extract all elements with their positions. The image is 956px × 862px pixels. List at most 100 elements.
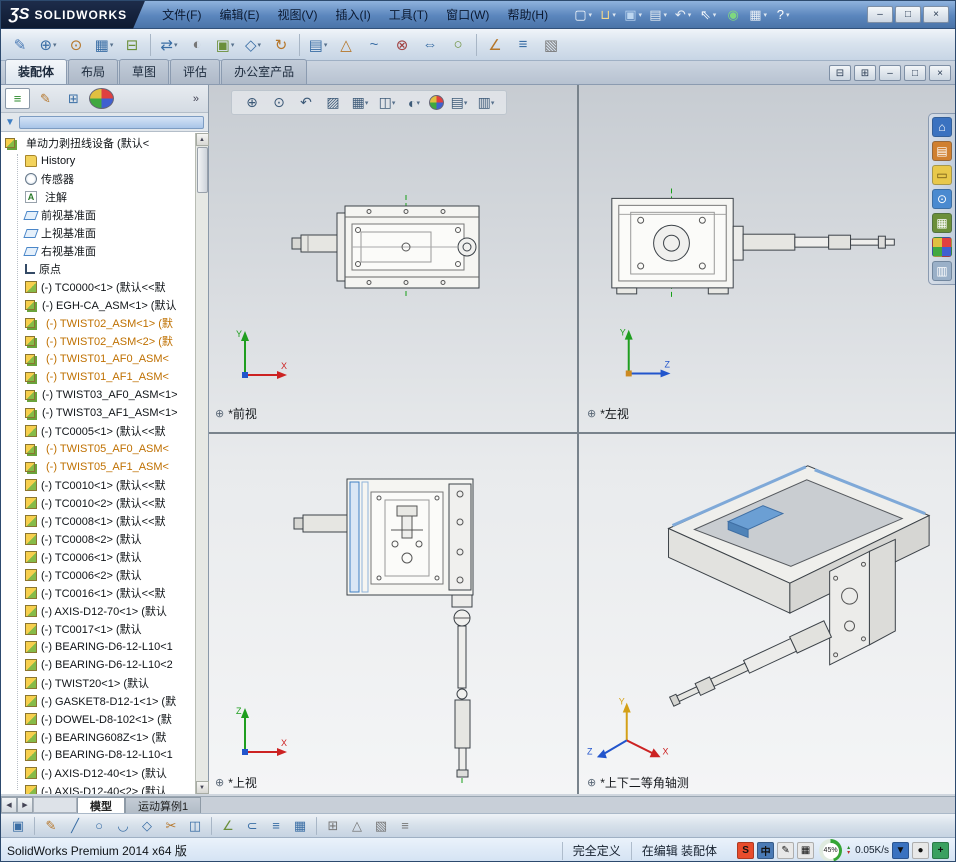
hole-alignment-icon[interactable]: ○ [445,32,471,58]
tree-item[interactable]: (-) BEARING-D6-12-L10<2 [1,656,208,674]
network-usage-badge[interactable]: 45% [819,839,843,861]
tree-item[interactable]: (-) TWIST20<1> (默认 [1,674,208,692]
tree-item[interactable]: (-) TC0006<2> (默认 [1,566,208,584]
exploded-view-icon[interactable]: △ [333,32,359,58]
tree-item[interactable]: (-) DOWEL-D8-102<1> (默 [1,710,208,728]
polygon-icon[interactable]: ◇ [136,816,158,836]
viewport-splitter-vertical[interactable] [577,85,579,794]
tree-item[interactable]: (-) TC0010<2> (默认<<默 [1,494,208,512]
tree-item[interactable]: (-) TC0008<1> (默认<<默 [1,512,208,530]
sketch-tool-icon[interactable] [316,816,317,835]
doc-cascade-button[interactable]: ⊟ [829,65,851,81]
tree-item[interactable]: (-) TWIST03_AF1_ASM<1> [1,404,208,422]
tree-item[interactable]: History [1,152,208,170]
view-palette-icon[interactable]: ▦ [932,213,952,233]
trim-entities-icon[interactable]: ✂ [160,816,182,836]
sketch-tool-icon[interactable] [211,816,212,835]
viewport-top[interactable]: Z X *上视 [209,434,577,794]
displaymanager-tab[interactable] [89,88,114,109]
print-icon[interactable]: ▤ [646,4,670,26]
doc-restore-button[interactable]: □ [904,65,926,81]
move-component-icon[interactable]: ⇄ [156,32,182,58]
scroll-right-button[interactable] [17,797,33,813]
tree-item[interactable]: (-) TC0017<1> (默认 [1,620,208,638]
ime-sogou-icon[interactable]: S [737,842,755,859]
view-orientation-icon[interactable]: ▦ [348,92,372,113]
tree-item[interactable]: (-) BEARING-D8-12-L10<1 [1,746,208,764]
tree-item[interactable]: (-) TC0006<1> (默认 [1,548,208,566]
tray-plus-icon[interactable]: + [932,842,949,859]
zoom-area-icon[interactable]: ⊙ [267,92,291,113]
tree-item[interactable]: (-) BEARING608Z<1> (默 [1,728,208,746]
close-button[interactable]: × [923,6,949,23]
toolbar-icon[interactable] [476,33,477,56]
toolbar-icon[interactable] [299,33,300,56]
command-tab[interactable]: 办公室产品 [221,59,308,84]
grid-snap-icon[interactable]: ⊞ [322,816,344,836]
scroll-left-button[interactable] [1,797,17,813]
tree-item[interactable]: 前视基准面 [1,206,208,224]
tree-item[interactable]: (-) TWIST01_AF1_ASM< [1,368,208,386]
command-tab[interactable]: 草图 [119,59,170,84]
custom-properties-icon[interactable]: ▥ [932,261,952,281]
file-explorer-icon[interactable]: ▭ [932,165,952,185]
show-hidden-components-icon[interactable]: ◐ [184,32,210,58]
rebuild-icon[interactable]: ◉ [721,4,745,26]
model-tab[interactable]: 运动算例1 [125,797,202,813]
tree-item[interactable]: (-) TC0010<1> (默认<<默 [1,476,208,494]
undo-icon[interactable]: ↶ [671,4,695,26]
minimize-button[interactable]: – [867,6,893,23]
tree-item[interactable]: (-) TC0008<2> (默认 [1,530,208,548]
tree-item[interactable]: (-) TWIST02_ASM<1> (默 [1,314,208,332]
menu-item[interactable]: 编辑(E) [210,1,268,28]
tray-user-icon[interactable]: ● [912,842,929,859]
reference-geometry-icon[interactable]: ◇ [240,32,266,58]
sketch-icon[interactable]: ✎ [40,816,62,836]
bill-of-materials-icon[interactable]: ▤ [305,32,331,58]
filter-input[interactable] [18,115,204,129]
options-icon[interactable]: ▦ [746,4,770,26]
tree-item[interactable]: 上视基准面 [1,224,208,242]
tree-item[interactable]: (-) EGH-CA_ASM<1> (默认 [1,296,208,314]
sketch-tool-icon[interactable] [34,816,35,835]
tree-item[interactable]: (-) AXIS-D12-70<1> (默认 [1,602,208,620]
appearances-icon[interactable] [932,237,952,257]
tree-item[interactable]: (-) TWIST05_AF0_ASM< [1,440,208,458]
view-cube-icon[interactable]: ▧ [370,816,392,836]
save-icon[interactable]: ▣ [7,816,29,836]
tree-item[interactable]: 传感器 [1,170,208,188]
configurationmanager-tab[interactable]: ⊞ [61,88,86,109]
toolbar-icon[interactable] [150,33,151,56]
smart-fasteners-icon[interactable]: ⊟ [119,32,145,58]
mirror-entities-icon[interactable]: ◫ [184,816,206,836]
motion-study-icon[interactable]: ↻ [268,32,294,58]
previous-view-icon[interactable]: ↶ [294,92,318,113]
section-display-icon[interactable]: △ [346,816,368,836]
viewport-isometric[interactable]: Y X Z *上下二等角轴测 [579,434,955,794]
save-icon[interactable]: ▣ [621,4,645,26]
featuremanager-tab[interactable]: ≡ [5,88,30,109]
tree-item[interactable]: (-) TWIST02_ASM<2> (默 [1,332,208,350]
menu-item[interactable]: 帮助(H) [498,1,557,28]
solidworks-resources-icon[interactable]: ⌂ [932,117,952,137]
tree-item[interactable]: (-) TWIST03_AF0_ASM<1> [1,386,208,404]
filter-funnel-icon[interactable]: ▼ [5,117,15,128]
select-icon[interactable]: ⇖ [696,4,720,26]
viewport-splitter-horizontal[interactable] [209,432,955,434]
tree-item[interactable]: 右视基准面 [1,242,208,260]
propertymanager-tab[interactable]: ✎ [33,88,58,109]
tree-item[interactable]: (-) AXIS-D12-40<2> (默认 [1,782,208,794]
menu-item[interactable]: 文件(F) [153,1,210,28]
assembly-features-icon[interactable]: ▣ [212,32,238,58]
offset-entities-icon[interactable]: ≡ [265,816,287,836]
hide-show-items-icon[interactable]: ◐ [402,92,426,113]
command-tab[interactable]: 装配体 [5,59,68,84]
arc-icon[interactable]: ◡ [112,816,134,836]
line-icon[interactable]: ╱ [64,816,86,836]
insert-components-icon[interactable]: ⊕ [35,32,61,58]
smart-dimension-icon[interactable]: ∠ [217,816,239,836]
section-properties-icon[interactable]: ▧ [538,32,564,58]
section-view-icon[interactable]: ▨ [321,92,345,113]
command-tab[interactable]: 评估 [170,59,221,84]
search-icon[interactable]: ⊙ [932,189,952,209]
